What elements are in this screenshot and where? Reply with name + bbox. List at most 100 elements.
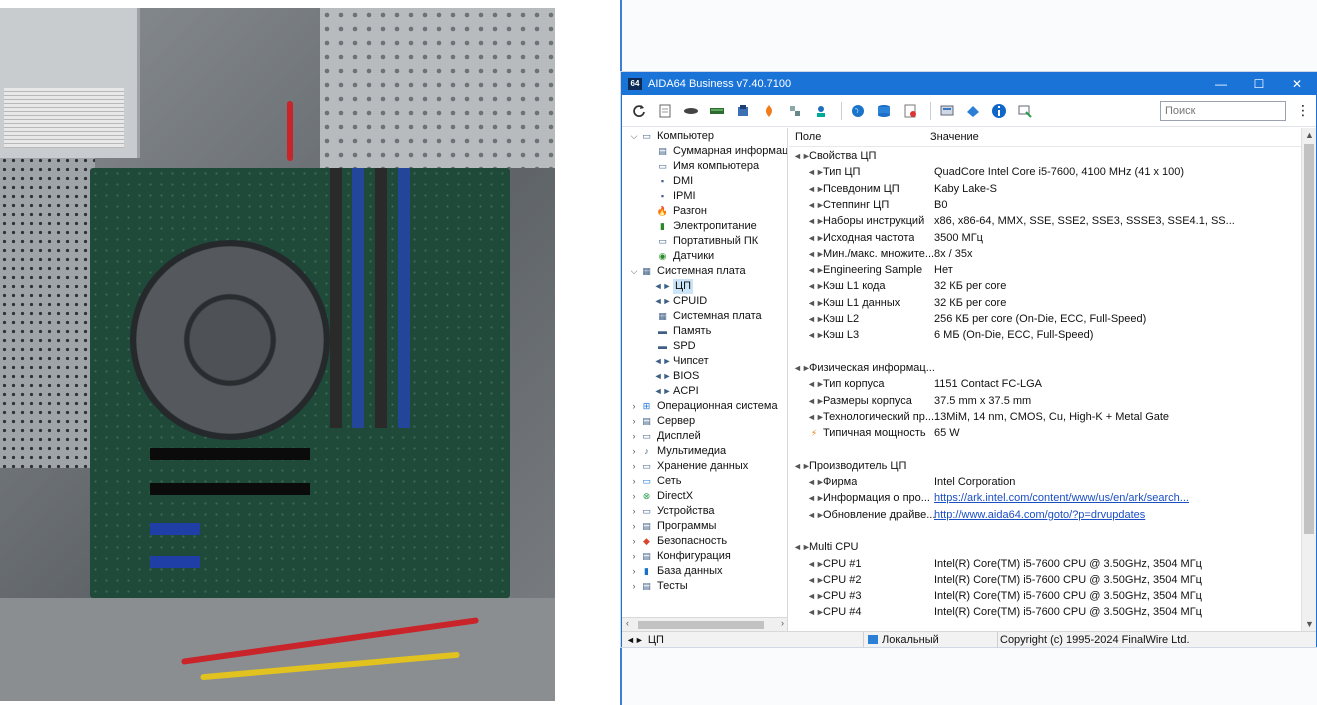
tree-item-25[interactable]: › ▭ Устройства (628, 504, 715, 519)
stress-icon[interactable] (758, 100, 780, 122)
tree-item-17[interactable]: ◄► ACPI (644, 384, 699, 399)
tree-item-19[interactable]: › ▤ Сервер (628, 414, 696, 429)
scroll-up-icon[interactable]: ▲ (1305, 130, 1314, 140)
cpu-icon[interactable] (680, 100, 702, 122)
tree-item-11[interactable]: ◄► CPUID (644, 294, 708, 309)
list-row[interactable]: ◄► Информация о про... https://ark.intel.c… (807, 490, 1307, 506)
tree-item-14[interactable]: ▬ SPD (644, 339, 696, 354)
list-row[interactable]: ◄► CPU #4 Intel(R) Core(TM) i5-7600 CPU @ … (807, 604, 1307, 620)
value-link[interactable]: http://www.aida64.com/goto/?p=drvupdates (934, 507, 1145, 523)
tree-item-22[interactable]: › ▭ Хранение данных (628, 459, 749, 474)
search-input[interactable] (1160, 100, 1286, 121)
tree-item-12[interactable]: ▦ Системная плата (644, 309, 761, 324)
tree-item-28[interactable]: › ▤ Конфигурация (628, 549, 731, 564)
list-row[interactable]: ◄► Исходная частота 3500 МГц (807, 230, 1307, 246)
maximize-button[interactable]: ☐ (1240, 73, 1278, 95)
title-bar[interactable]: 64 AIDA64 Business v7.40.7100 — ☐ ✕ (622, 73, 1316, 95)
list-row[interactable]: ◄► CPU #3 Intel(R) Core(TM) i5-7600 CPU @ … (807, 588, 1307, 604)
list-row[interactable]: ◄► Степпинг ЦП B0 (807, 197, 1307, 213)
list-row[interactable]: ◄► Мин./макс. множите... 8x / 35x (807, 246, 1307, 262)
more-menu-icon[interactable]: ⋮ (1294, 102, 1312, 119)
list-row[interactable]: ◄► Псевдоним ЦП Kaby Lake-S (807, 181, 1307, 197)
tree-item-1[interactable]: ▤ Суммарная информация (644, 144, 787, 159)
tree-item-20[interactable]: › ▭ Дисплей (628, 429, 701, 444)
expand-icon[interactable]: › (628, 474, 640, 489)
expand-icon[interactable]: › (628, 564, 640, 579)
tree-item-0[interactable]: ⌵ ▭ Компьютер (628, 129, 714, 144)
info-icon[interactable] (988, 100, 1010, 122)
group-header[interactable]: ◄► Multi CPU (793, 539, 1293, 555)
expand-icon[interactable]: › (628, 579, 640, 594)
group-header[interactable]: ◄► Свойства ЦП (793, 148, 1293, 164)
expand-icon[interactable]: › (628, 489, 640, 504)
group-header[interactable]: ◄► Производитель ЦП (793, 458, 1293, 474)
column-header-field[interactable]: Поле (789, 131, 926, 143)
tree-item-29[interactable]: › ▮ База данных (628, 564, 723, 579)
share-icon[interactable] (962, 100, 984, 122)
expand-icon[interactable]: › (628, 459, 640, 474)
minimize-button[interactable]: — (1202, 73, 1240, 95)
list-row[interactable]: ◄► Фирма Intel Corporation (807, 474, 1307, 490)
group-header[interactable]: ◄► Физическая информац... (793, 360, 1293, 376)
tree-item-15[interactable]: ◄► Чипсет (644, 354, 709, 369)
list-row[interactable]: ◄► CPU #2 Intel(R) Core(TM) i5-7600 CPU @ … (807, 572, 1307, 588)
tree-item-10[interactable]: ◄► ЦП (644, 279, 694, 294)
tree-item-3[interactable]: ▪ DMI (644, 174, 693, 189)
scroll-down-icon[interactable]: ▼ (1305, 619, 1314, 629)
expand-icon[interactable]: › (628, 444, 640, 459)
audit-icon[interactable] (899, 100, 921, 122)
list-row[interactable]: ⚡ Типичная мощность 65 W (807, 425, 1307, 441)
tree-item-6[interactable]: ▮ Электропитание (644, 219, 757, 234)
scroll-right-icon[interactable]: › (781, 618, 784, 628)
list-row[interactable]: ◄► Тип корпуса 1151 Contact FC-LGA (807, 376, 1307, 392)
manager-icon[interactable] (936, 100, 958, 122)
column-header-value[interactable]: Значение (926, 131, 979, 143)
tree-item-27[interactable]: › ◆ Безопасность (628, 534, 728, 549)
list-row[interactable]: ◄► Технологический пр... 13MiM, 14 nm, CMO… (807, 409, 1307, 425)
list-row[interactable]: ◄► Кэш L3 6 МБ (On-Die, ECC, Full-Speed) (807, 327, 1307, 343)
report-icon[interactable] (654, 100, 676, 122)
close-button[interactable]: ✕ (1278, 73, 1316, 95)
tree-item-4[interactable]: ▪ IPMI (644, 189, 696, 204)
memory-icon[interactable] (706, 100, 728, 122)
tree-horizontal-scrollbar[interactable]: ‹ › (622, 617, 787, 631)
database-icon[interactable] (873, 100, 895, 122)
expand-icon[interactable]: › (628, 504, 640, 519)
expand-icon[interactable]: › (628, 534, 640, 549)
expand-icon[interactable]: › (628, 429, 640, 444)
tree-item-13[interactable]: ▬ Память (644, 324, 711, 339)
compare-icon[interactable] (1014, 100, 1036, 122)
list-row[interactable]: ◄► Размеры корпуса 37.5 mm x 37.5 mm (807, 393, 1307, 409)
tree-item-7[interactable]: ▭ Портативный ПК (644, 234, 758, 249)
expand-icon[interactable]: › (628, 399, 640, 414)
expand-icon[interactable]: › (628, 519, 640, 534)
tree-item-18[interactable]: › ⊞ Операционная система (628, 399, 778, 414)
list-row[interactable]: ◄► Обновление драйве... http://www.aida64.… (807, 507, 1307, 523)
list-row[interactable]: ◄► CPU #1 Intel(R) Core(TM) i5-7600 CPU @ … (807, 556, 1307, 572)
scrollbar-thumb[interactable] (638, 621, 764, 629)
tree-item-24[interactable]: › ⊗ DirectX (628, 489, 694, 504)
benchmark-icon[interactable] (732, 100, 754, 122)
tree-item-9[interactable]: ⌵ ▦ Системная плата (628, 264, 746, 279)
tree-item-26[interactable]: › ▤ Программы (628, 519, 717, 534)
value-link[interactable]: https://ark.intel.com/content/www/us/en/… (934, 490, 1189, 506)
tree-item-2[interactable]: ▭ Имя компьютера (644, 159, 759, 174)
remote-icon[interactable] (810, 100, 832, 122)
tree-item-5[interactable]: 🔥 Разгон (644, 204, 707, 219)
list-row[interactable]: ◄► Engineering Sample Нет (807, 262, 1307, 278)
list-row[interactable]: ◄► Кэш L2 256 КБ per core (On-Die, ECC, Fu… (807, 311, 1307, 327)
list-row[interactable]: ◄► Кэш L1 данных 32 КБ per core (807, 295, 1307, 311)
refresh-icon[interactable] (628, 100, 650, 122)
tree-item-23[interactable]: › ▭ Сеть (628, 474, 682, 489)
scroll-left-icon[interactable]: ‹ (626, 618, 629, 628)
tree-item-8[interactable]: ◉ Датчики (644, 249, 715, 264)
collapse-icon[interactable]: ⌵ (628, 129, 640, 144)
list-row[interactable]: ◄► Тип ЦП QuadCore Intel Core i5-7600, 410… (807, 164, 1307, 180)
expand-icon[interactable]: › (628, 414, 640, 429)
tree-item-30[interactable]: › ▤ Тесты (628, 579, 688, 594)
tree-item-16[interactable]: ◄► BIOS (644, 369, 700, 384)
tree-item-21[interactable]: › ♪ Мультимедиа (628, 444, 727, 459)
list-row[interactable]: ◄► Кэш L1 кода 32 КБ per core (807, 278, 1307, 294)
collapse-icon[interactable]: ⌵ (628, 264, 640, 279)
network-icon[interactable] (784, 100, 806, 122)
